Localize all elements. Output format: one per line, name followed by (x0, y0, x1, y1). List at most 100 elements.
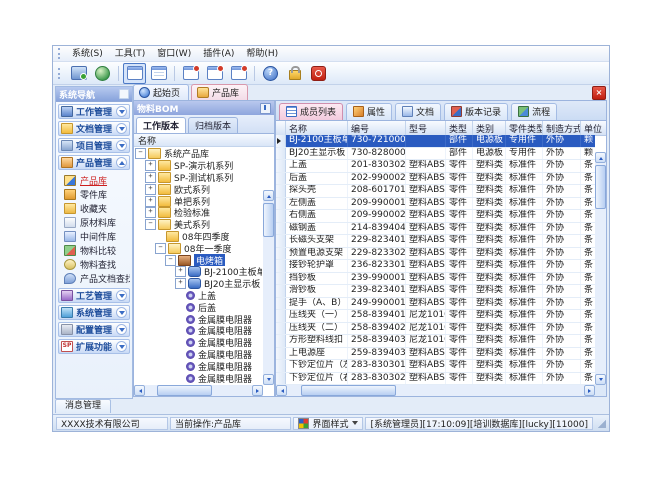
chevron-up-icon[interactable] (116, 157, 127, 168)
table-row[interactable]: 后盖202-990002-01X塑料ABS零件塑料类标准件外协条 (276, 173, 595, 186)
sidebar-section[interactable]: 扩展功能 (58, 339, 130, 354)
table-row[interactable]: 下钞定位片（左）283-830301-00X塑料ABS零件塑料类标准件外协条 (276, 360, 595, 373)
member-tab[interactable]: 版本记录 (444, 103, 508, 120)
tree-node[interactable]: 08年四季度 (135, 231, 262, 243)
message-manager-tab[interactable]: 消息管理 (55, 399, 111, 413)
tree-node[interactable]: SP-演示机系列 (135, 160, 262, 172)
column-header[interactable]: 零件类型 (506, 121, 543, 135)
tree-node[interactable]: 金属膜电阻器 (135, 372, 262, 384)
list-window-button[interactable] (147, 63, 170, 84)
tree-vertical-scrollbar[interactable] (263, 190, 274, 385)
expand-icon[interactable] (175, 278, 186, 289)
browse-window-button[interactable] (123, 63, 146, 84)
table-row[interactable]: BJ-2100主板单点730-721000-12X部件电源板专用件外协颗 (276, 135, 595, 148)
chevron-down-icon[interactable] (116, 106, 127, 117)
delete-doc-button[interactable] (227, 63, 250, 84)
sidebar-item[interactable]: 零件库 (59, 187, 130, 201)
bom-version-tab[interactable]: 归档版本 (188, 117, 238, 133)
member-tab[interactable]: 属性 (346, 103, 392, 120)
expand-icon[interactable] (145, 184, 156, 195)
expand-icon[interactable] (145, 196, 156, 207)
table-vertical-scrollbar[interactable] (595, 152, 606, 385)
tree-node[interactable]: 08年一季度 (135, 242, 262, 254)
column-header[interactable]: 编号 (348, 121, 406, 135)
tree-node[interactable]: 欧式系列 (135, 183, 262, 195)
scroll-thumb[interactable] (595, 165, 606, 209)
table-row[interactable]: 长磁头支架229-823401-00X塑料ABS零件塑料类标准件外协条 (276, 235, 595, 248)
bom-version-tab[interactable]: 工作版本 (136, 117, 186, 133)
tree-node[interactable]: 检验标准 (135, 207, 262, 219)
table-row[interactable]: 方形塑料线扣258-839403-00X尼龙1010零件塑料类标准件外协条 (276, 335, 595, 348)
tree-node[interactable]: 系统产品库 (135, 148, 262, 160)
expand-icon[interactable] (145, 172, 156, 183)
tree-node[interactable]: 金属膜电阻器 (135, 337, 262, 349)
table-row[interactable]: 压线夹（一）258-839401-00X尼龙1010零件塑料类标准件外协条 (276, 310, 595, 323)
menu-item[interactable]: 窗口(W) (151, 47, 197, 61)
tree-node[interactable]: 金属膜电阻器 (135, 313, 262, 325)
web-button[interactable] (91, 63, 114, 84)
save-doc-button[interactable] (203, 63, 226, 84)
sidebar-item[interactable]: 物料比较 (59, 243, 130, 257)
scroll-thumb[interactable] (263, 203, 274, 237)
expand-icon[interactable] (175, 266, 186, 277)
tree-node[interactable]: 后盖 (135, 301, 262, 313)
sidebar-item[interactable]: 产品文档查找 (59, 271, 130, 285)
member-tab[interactable]: 成员列表 (279, 103, 343, 120)
close-doc-button[interactable] (179, 63, 202, 84)
table-row[interactable]: 探头壳208-601701-01X塑料ABS零件塑料类标准件外协条 (276, 185, 595, 198)
chevron-down-icon[interactable] (116, 307, 127, 318)
column-header[interactable]: 名称 (286, 121, 348, 135)
member-tab[interactable]: 流程 (511, 103, 557, 120)
help-button[interactable] (259, 63, 282, 84)
scroll-track[interactable] (145, 385, 252, 396)
resize-grip[interactable] (597, 419, 606, 428)
table-row[interactable]: 磁钢盖214-839404-01X塑料ABS零件塑料类标准件外协条 (276, 223, 595, 236)
member-tab[interactable]: 文档 (395, 103, 441, 120)
chevron-down-icon[interactable] (116, 341, 127, 352)
tree-node[interactable]: 金属膜电阻器 (135, 349, 262, 361)
system-config-button[interactable] (67, 63, 90, 84)
collapse-icon[interactable] (155, 243, 166, 254)
collapse-icon[interactable] (135, 148, 146, 159)
doc-tab[interactable]: 产品库 (191, 84, 248, 100)
sidebar-item[interactable]: 中间件库 (59, 229, 130, 243)
scroll-left-button[interactable] (134, 385, 145, 396)
chevron-down-icon[interactable] (116, 290, 127, 301)
scroll-track[interactable] (263, 201, 274, 374)
tree-node[interactable]: 上盖 (135, 290, 262, 302)
scroll-track[interactable] (287, 385, 584, 396)
sidebar-item[interactable]: 收藏夹 (59, 201, 130, 215)
scroll-down-button[interactable] (263, 374, 274, 385)
table-row[interactable]: 左侧盖209-990001-01X塑料ABS零件塑料类标准件外协条 (276, 198, 595, 211)
pin-icon[interactable] (260, 103, 271, 114)
lock-button[interactable] (283, 63, 306, 84)
table-row[interactable]: 上盖201-830302-00X塑料ABS零件塑料类标准件外协条 (276, 160, 595, 173)
table-row[interactable]: 上电源座259-839403-00X塑料ABS零件塑料类标准件外协条 (276, 348, 595, 361)
column-header[interactable]: 制造方式 (543, 121, 581, 135)
close-document-button[interactable]: × (592, 86, 606, 100)
expand-icon[interactable] (145, 207, 156, 218)
scroll-thumb[interactable] (157, 385, 212, 396)
sidebar-item[interactable]: 物料查找 (59, 257, 130, 271)
sidebar-item[interactable]: 产品库 (59, 173, 130, 187)
table-row[interactable]: 下钞定位片（右）283-830302-00X塑料ABS零件塑料类标准件外协条 (276, 373, 595, 386)
chevron-down-icon[interactable] (116, 140, 127, 151)
table-row[interactable]: 接钞轮护罩236-823301-00X塑料ABS零件塑料类标准件外协条 (276, 260, 595, 273)
menu-item[interactable]: 插件(A) (197, 47, 240, 61)
sidebar-section[interactable]: 产品管理 (58, 155, 130, 170)
scroll-thumb[interactable] (301, 385, 396, 396)
table-row[interactable]: 滑钞板239-823401-00X塑料ABS零件塑料类标准件外协条 (276, 285, 595, 298)
scroll-right-button[interactable] (584, 385, 595, 396)
sidebar-options-icon[interactable] (119, 89, 129, 99)
tree-column-header[interactable]: 名称 (134, 134, 274, 147)
menu-item[interactable]: 工具(T) (109, 47, 152, 61)
menu-item[interactable]: 帮助(H) (240, 47, 284, 61)
sidebar-section[interactable]: 系统管理 (58, 305, 130, 320)
tree-node[interactable]: BJ-2100主板单点 (135, 266, 262, 278)
sidebar-section[interactable]: 工作管理 (58, 104, 130, 119)
collapse-icon[interactable] (165, 255, 176, 266)
sidebar-section[interactable]: 文档管理 (58, 121, 130, 136)
table-row[interactable]: BJ20主显示板730-828000-04X部件电源板专用件外协颗 (276, 148, 595, 161)
sidebar-item[interactable]: 原材料库 (59, 215, 130, 229)
scroll-left-button[interactable] (276, 385, 287, 396)
